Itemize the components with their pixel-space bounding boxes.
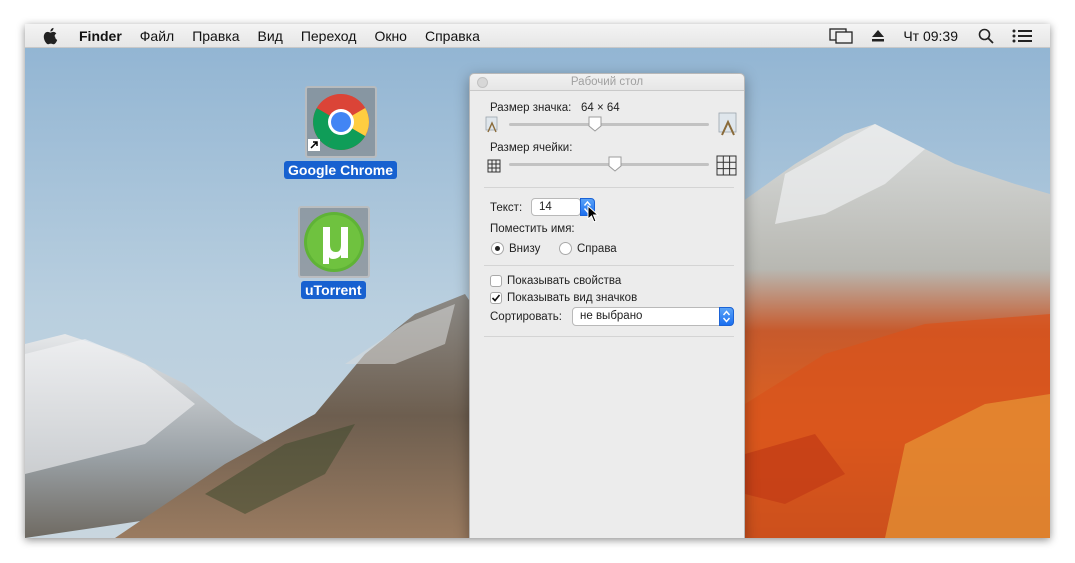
panel-titlebar: Рабочий стол [470,74,744,91]
desktop-icon-label: Google Chrome [284,161,398,179]
utorrent-icon [304,212,364,272]
display-mirroring-icon[interactable] [829,28,853,44]
menu-help[interactable]: Справка [425,28,480,44]
apple-menu-icon[interactable] [43,27,59,45]
menu-bar: Finder Файл Правка Вид Переход Окно Спра… [25,24,1050,48]
slider-track [509,123,709,126]
sort-by-value: не выбрано [580,310,643,322]
desktop-icon-label: uTorrent [301,281,366,299]
text-size-field[interactable]: 14 [531,198,581,216]
radio-button[interactable] [559,242,572,255]
menu-clock[interactable]: Чт 09:39 [903,28,958,44]
radio-label[interactable]: Справа [577,243,617,255]
mouse-cursor-icon [587,205,599,223]
panel-title: Рабочий стол [570,76,644,88]
icon-size-value: 64 × 64 [581,102,620,114]
divider [484,336,734,337]
icon-size-label: Размер значка: [490,102,572,114]
menu-window[interactable]: Окно [374,28,407,44]
checkbox-label[interactable]: Показывать свойства [507,275,621,287]
chevron-up-down-icon [722,310,731,323]
panel-close-button[interactable] [477,77,488,88]
menu-app-finder[interactable]: Finder [79,28,122,44]
menu-view[interactable]: Вид [258,28,283,44]
desktop-screen: Finder Файл Правка Вид Переход Окно Спра… [25,24,1050,538]
checkbox-label[interactable]: Показывать вид значков [507,292,637,304]
chrome-icon [313,94,369,150]
menu-edit[interactable]: Правка [192,28,239,44]
small-icon-size-icon [485,116,498,133]
radio-button[interactable] [491,242,504,255]
menu-file[interactable]: Файл [140,28,174,44]
notification-center-icon[interactable] [1012,29,1032,43]
spotlight-search-icon[interactable] [978,28,994,44]
checkmark-icon [491,294,501,302]
radio-label[interactable]: Внизу [509,243,540,255]
slider-knob[interactable] [608,156,622,172]
sort-by-label: Сортировать: [490,311,562,323]
checkbox[interactable] [490,292,502,304]
large-icon-size-icon [718,112,737,136]
divider [484,187,734,188]
checkbox[interactable] [490,275,502,287]
wide-grid-icon [716,155,737,176]
divider [484,265,734,266]
grid-spacing-label: Размер ячейки: [490,142,573,154]
eject-icon[interactable] [871,29,885,43]
sort-by-select[interactable]: не выбрано [572,307,734,326]
label-position-label: Поместить имя: [490,223,575,235]
sort-by-dropdown-button[interactable] [719,307,734,326]
menu-go[interactable]: Переход [301,28,357,44]
text-size-label: Текст: [490,202,523,214]
alias-arrow-icon [308,139,320,151]
desktop-view-options-panel: Рабочий стол Размер значка: 64 × 64 Разм… [469,73,745,538]
slider-knob[interactable] [588,116,602,132]
tight-grid-icon [487,159,501,173]
